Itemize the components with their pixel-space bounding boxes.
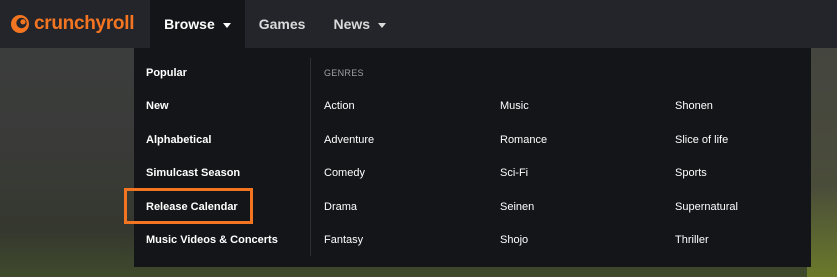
genre-link-fantasy[interactable]: Fantasy	[324, 234, 363, 246]
nav-news[interactable]: News	[319, 0, 400, 48]
genres-heading: GENRES	[324, 68, 364, 78]
genre-link-music[interactable]: Music	[500, 100, 529, 112]
genre-link-supernatural[interactable]: Supernatural	[675, 201, 738, 213]
genre-link-comedy[interactable]: Comedy	[324, 167, 365, 179]
crunchyroll-logo[interactable]: crunchyroll	[0, 0, 150, 48]
nav-games[interactable]: Games	[245, 0, 320, 48]
menu-link-music-videos-concerts[interactable]: Music Videos & Concerts	[146, 234, 278, 246]
browse-links-column: Popular New Alphabetical Simulcast Seaso…	[134, 48, 310, 267]
nav-news-label: News	[333, 16, 371, 32]
nav-games-label: Games	[258, 16, 306, 32]
menu-link-alphabetical[interactable]: Alphabetical	[146, 134, 211, 146]
nav-browse[interactable]: Browse	[150, 0, 245, 48]
genre-link-shojo[interactable]: Shojo	[500, 234, 528, 246]
chevron-down-icon	[378, 22, 387, 28]
browse-dropdown-menu: Popular New Alphabetical Simulcast Seaso…	[134, 48, 811, 267]
menu-link-popular[interactable]: Popular	[146, 67, 187, 79]
genre-link-thriller[interactable]: Thriller	[675, 234, 709, 246]
genre-link-drama[interactable]: Drama	[324, 201, 357, 213]
chevron-down-icon	[222, 22, 231, 28]
genre-link-seinen[interactable]: Seinen	[500, 201, 534, 213]
genre-link-adventure[interactable]: Adventure	[324, 134, 374, 146]
genre-link-sports[interactable]: Sports	[675, 167, 707, 179]
brand-name: crunchyroll	[34, 13, 135, 34]
genre-link-slice-of-life[interactable]: Slice of life	[675, 134, 728, 146]
nav-browse-label: Browse	[164, 16, 215, 32]
menu-link-release-calendar[interactable]: Release Calendar	[146, 201, 238, 213]
page-background-edge	[807, 48, 837, 277]
top-navigation-bar: crunchyroll Browse Games News	[0, 0, 837, 48]
genre-link-shonen[interactable]: Shonen	[675, 100, 713, 112]
menu-link-new[interactable]: New	[146, 100, 169, 112]
menu-divider	[310, 58, 311, 256]
menu-link-simulcast-season[interactable]: Simulcast Season	[146, 167, 240, 179]
genre-link-romance[interactable]: Romance	[500, 134, 547, 146]
genre-link-sci-fi[interactable]: Sci-Fi	[500, 167, 528, 179]
crunchyroll-logo-icon	[11, 15, 29, 33]
genre-link-action[interactable]: Action	[324, 100, 355, 112]
